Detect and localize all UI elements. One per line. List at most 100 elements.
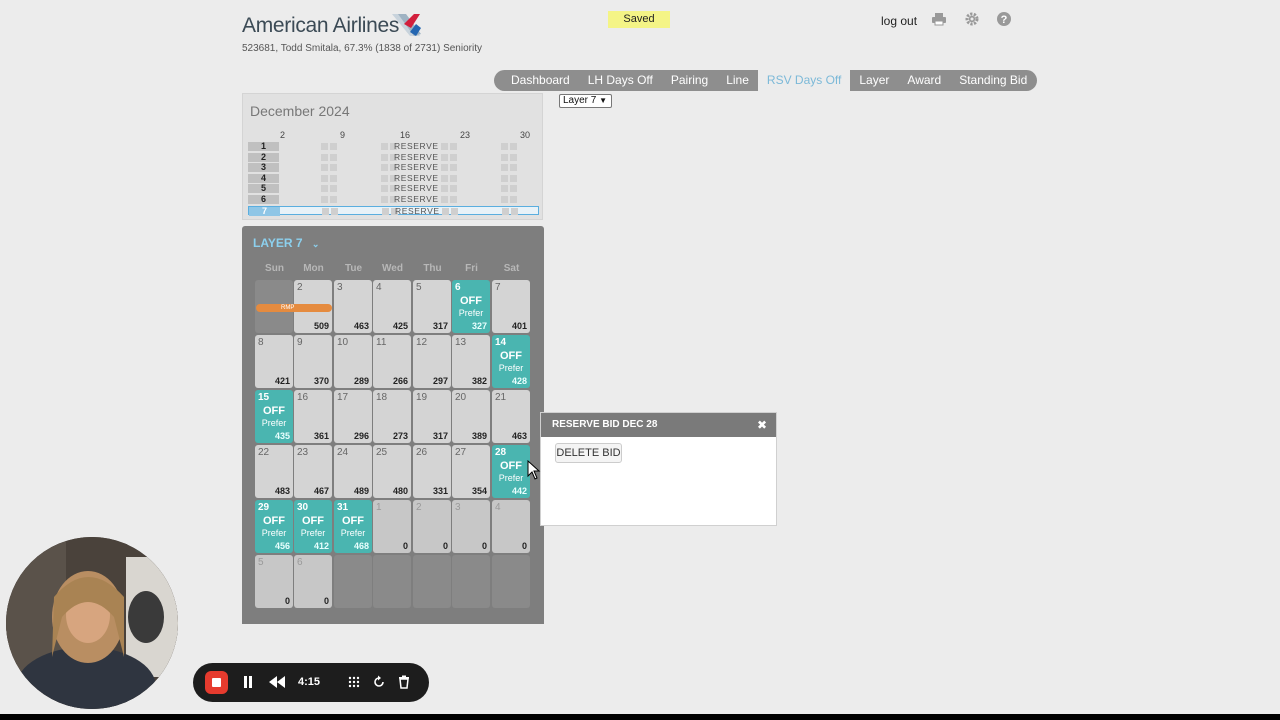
gear-icon[interactable] [964, 11, 980, 27]
nav-tab-layer[interactable]: Layer [850, 70, 898, 91]
layer-dropdown[interactable]: LAYER 7 ⌄ [253, 236, 319, 250]
day-count: 0 [442, 541, 448, 551]
calendar-day[interactable]: 20 [413, 500, 451, 553]
stop-recording-button[interactable] [205, 671, 228, 694]
overview-layer-row[interactable]: 6 RESERVE [248, 195, 539, 204]
calendar-day-off[interactable]: 31 OFF Prefer 468 [334, 500, 372, 553]
prefer-label: Prefer [498, 363, 524, 373]
overview-day-block [502, 207, 509, 215]
overview-reserve-label: RESERVE [395, 205, 440, 216]
calendar-day[interactable]: 24 489 [334, 445, 372, 498]
calendar-day[interactable]: 30 [452, 500, 490, 553]
calendar-day[interactable]: 8 421 [255, 335, 293, 388]
day-count: 273 [392, 431, 408, 441]
calendar-day[interactable]: 50 [255, 555, 293, 608]
calendar-day[interactable]: 60 [294, 555, 332, 608]
nav-tab-pairing[interactable]: Pairing [662, 70, 717, 91]
day-number: 2 [416, 502, 422, 513]
recording-timer: 4:15 [298, 676, 321, 688]
day-count: 354 [471, 486, 487, 496]
day-number: 4 [376, 282, 382, 293]
nav-tab-rsv-days-off[interactable]: RSV Days Off [757, 70, 851, 91]
rewind-icon[interactable] [269, 676, 285, 688]
day-count: 428 [511, 376, 527, 386]
calendar-day-off[interactable]: 15 OFF Prefer 435 [255, 390, 293, 443]
day-count: 480 [392, 486, 408, 496]
chevron-down-icon: ▼ [599, 96, 608, 105]
overview-layer-row[interactable]: 4 RESERVE [248, 173, 539, 183]
calendar-day[interactable]: 21 463 [492, 390, 530, 443]
calendar-day[interactable]: 7 401 [492, 280, 530, 333]
day-number: 11 [376, 337, 387, 348]
calendar-day[interactable]: 10 289 [334, 335, 372, 388]
day-number: 18 [376, 392, 388, 403]
overview-layer-row[interactable]: 2 RESERVE [248, 151, 539, 162]
calendar-day[interactable]: 26 331 [413, 445, 451, 498]
calendar-day-off[interactable]: 14 OFF Prefer 428 [492, 335, 530, 388]
off-label: OFF [263, 515, 285, 527]
calendar-day[interactable]: 23 467 [294, 445, 332, 498]
print-icon[interactable] [931, 11, 947, 27]
calendar-day-off[interactable]: 29 OFF Prefer 456 [255, 500, 293, 553]
logout-link[interactable]: log out [881, 14, 917, 28]
overview-day-block [501, 153, 508, 161]
calendar-day-off[interactable]: 6 OFF Prefer 327 [452, 280, 490, 333]
calendar-day[interactable]: 12 297 [413, 335, 451, 388]
nav-tab-dashboard[interactable]: Dashboard [502, 70, 579, 91]
calendar-day[interactable]: 11 266 [373, 335, 411, 388]
calendar-day[interactable]: 18 273 [373, 390, 411, 443]
grid-icon[interactable] [347, 675, 361, 689]
overview-layer-row[interactable]: 1 RESERVE [248, 142, 539, 151]
help-icon[interactable]: ? [996, 11, 1012, 27]
overview-day-block [441, 164, 448, 172]
calendar-day[interactable]: 22 483 [255, 445, 293, 498]
calendar-day[interactable]: 27 354 [452, 445, 490, 498]
day-count: 0 [481, 541, 487, 551]
calendar-day[interactable]: 13 382 [452, 335, 490, 388]
layer-select-dropdown[interactable]: Layer 7 ▼ [559, 94, 612, 108]
overview-day-block [381, 143, 388, 150]
day-count: 382 [471, 376, 487, 386]
weekday-header: Fri [465, 263, 478, 274]
nav-tab-award[interactable]: Award [898, 70, 950, 91]
overview-reserve-label: RESERVE [394, 183, 439, 194]
pause-icon[interactable] [243, 676, 253, 688]
day-number: 8 [258, 337, 264, 348]
restart-icon[interactable] [372, 675, 386, 689]
day-number: 13 [455, 337, 467, 348]
calendar-day[interactable]: 16 361 [294, 390, 332, 443]
calendar-day[interactable]: 10 [373, 500, 411, 553]
overview-layer-row[interactable]: 5 RESERVE [248, 183, 539, 194]
overview-day-block [321, 143, 328, 150]
calendar-day[interactable]: 20 389 [452, 390, 490, 443]
calendar-day[interactable]: 5 317 [413, 280, 451, 333]
day-count: 421 [274, 376, 290, 386]
overview-month-title: December 2024 [250, 103, 350, 119]
overview-reserve-label: RESERVE [394, 151, 439, 162]
nav-tab-lh-days-off[interactable]: LH Days Off [579, 70, 662, 91]
day-number: 25 [376, 447, 388, 458]
nav-tab-standing-bid[interactable]: Standing Bid [950, 70, 1036, 91]
overview-day-block [450, 153, 457, 161]
overview-scale-tick: 30 [520, 130, 531, 140]
calendar-day-off[interactable]: 30 OFF Prefer 412 [294, 500, 332, 553]
day-count: 0 [284, 596, 290, 606]
nav-tab-line[interactable]: Line [717, 70, 758, 91]
close-icon[interactable]: ✖ [757, 413, 767, 437]
calendar-day-off[interactable]: 28 OFF Prefer 442 [492, 445, 530, 498]
day-number: 28 [495, 447, 507, 458]
calendar-day[interactable]: 40 [492, 500, 530, 553]
calendar-day[interactable]: 17 296 [334, 390, 372, 443]
overview-layer-row[interactable]: 3 RESERVE [248, 163, 539, 173]
trash-icon[interactable] [397, 675, 411, 689]
calendar-day[interactable]: 19 317 [413, 390, 451, 443]
day-number: 19 [416, 392, 428, 403]
calendar-day[interactable]: 9 370 [294, 335, 332, 388]
calendar-day[interactable]: 4 425 [373, 280, 411, 333]
overview-layer-row[interactable]: 7 RESERVE [248, 205, 539, 216]
delete-bid-button[interactable]: DELETE BID [555, 443, 622, 463]
calendar-day[interactable]: 25 480 [373, 445, 411, 498]
user-seniority-info: 523681, Todd Smitala, 67.3% (1838 of 273… [242, 43, 482, 54]
calendar-day[interactable]: 3 463 [334, 280, 372, 333]
day-count: 467 [313, 486, 329, 496]
